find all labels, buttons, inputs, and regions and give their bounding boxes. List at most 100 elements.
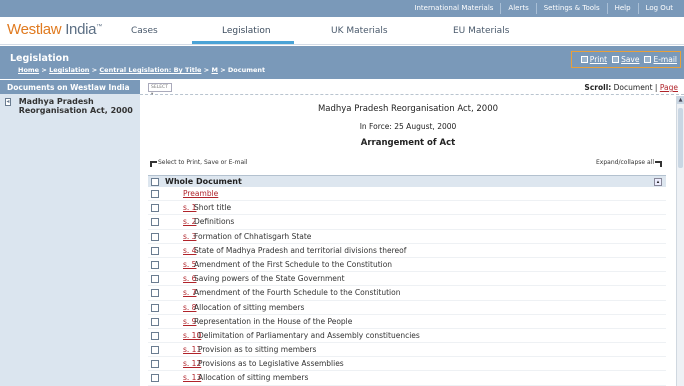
document-actions: Print Save E-mail (571, 51, 681, 68)
section-title: Allocation of sitting members (198, 373, 309, 383)
print-button[interactable]: Print (580, 55, 608, 64)
breadcrumb-central-legislation[interactable]: Central Legislation: By Title (99, 66, 201, 74)
table-row: s. 8 Allocation of sitting members (148, 301, 666, 315)
section-checkbox[interactable] (151, 218, 159, 227)
page-title: Legislation (10, 53, 69, 64)
breadcrumb: Home > Legislation > Central Legislation… (18, 66, 265, 74)
section-title: Formation of Chhatisgarh State (194, 231, 312, 241)
whole-document-checkbox[interactable] (151, 178, 159, 186)
scroll-thumb[interactable] (678, 108, 683, 168)
section-title: Saving powers of the State Government (194, 274, 345, 284)
table-row: s. 13 Allocation of sitting members (148, 371, 666, 386)
page-header: Legislation Home > Legislation > Central… (0, 46, 684, 79)
table-row: s. 2 Definitions (148, 215, 666, 230)
scroll-page-link[interactable]: Page (660, 83, 678, 92)
print-icon (580, 56, 588, 63)
arrow-down-right-icon (655, 161, 662, 167)
section-title: Delimitation of Parliamentary and Assemb… (198, 330, 420, 340)
breadcrumb-sep: > (220, 66, 226, 74)
tab-uk-materials[interactable]: UK Materials (331, 26, 388, 36)
logo-region: India (65, 21, 97, 38)
section-checkbox[interactable] (151, 346, 159, 355)
section-title: Amendment of the First Schedule to the C… (194, 259, 393, 269)
preamble-checkbox[interactable] (151, 190, 159, 198)
logo-tm: ™ (96, 24, 102, 30)
save-button[interactable]: Save (612, 55, 639, 64)
section-checkbox[interactable] (151, 289, 159, 298)
breadcrumb-legislation[interactable]: Legislation (49, 66, 89, 74)
preamble-link[interactable]: Preamble (183, 189, 218, 198)
section-checkbox[interactable] (151, 260, 159, 269)
section-checkbox[interactable] (151, 204, 159, 213)
section-checkbox[interactable] (151, 317, 159, 326)
print-label: Print (589, 55, 608, 64)
tab-cases[interactable]: Cases (131, 26, 158, 36)
top-utility-bar: International Materials Alerts Settings … (0, 0, 684, 17)
expand-hint-text: Expand/collapse all (596, 159, 654, 166)
top-link-alerts[interactable]: Alerts (500, 3, 535, 14)
section-title: Short title (194, 203, 232, 213)
scroll-document: Document (613, 83, 653, 92)
section-checkbox[interactable] (151, 360, 159, 369)
select-dropdown[interactable]: SELECT ▾ (148, 83, 172, 97)
whole-document-row: Whole Document ▴ (148, 175, 666, 187)
logo-brand: Westlaw (7, 21, 62, 38)
left-panel-heading: Documents on Westlaw India (0, 80, 140, 94)
scroll-up-icon[interactable]: ▲ (677, 96, 684, 104)
email-icon (644, 56, 652, 63)
table-row: s. 9 Representation in the House of the P… (148, 315, 666, 329)
table-row: s. 10 Delimitation of Parliamentary and A… (148, 329, 666, 344)
westlaw-logo[interactable]: Westlaw India™ (7, 21, 102, 38)
section-checkbox[interactable] (151, 374, 159, 383)
section-checkbox[interactable] (151, 232, 159, 241)
list-item: Preamble (148, 187, 666, 202)
top-link-help[interactable]: Help (606, 3, 638, 14)
section-title: State of Madhya Pradesh and territorial … (194, 245, 407, 255)
table-row: s. 6 Saving powers of the State Governmen… (148, 272, 666, 287)
main-nav: Westlaw India™ Cases Legislation UK Mate… (0, 17, 684, 45)
expand-collapse-all-icon[interactable]: ▴ (654, 178, 662, 186)
select-hint: Select to Print, Save or E-mail (150, 159, 247, 167)
table-row: s. 3 Formation of Chhatisgarh State (148, 230, 666, 244)
breadcrumb-sep: > (91, 66, 98, 74)
section-title: Definitions (194, 217, 235, 227)
select-hint-text: Select to Print, Save or E-mail (158, 159, 248, 166)
active-tab-indicator (192, 41, 294, 44)
section-title: Provisions as to Legislative Assemblies (198, 359, 344, 369)
scroll-separator: | (654, 83, 658, 92)
breadcrumb-document: Document (227, 66, 266, 74)
expand-hint: Expand/collapse all (596, 159, 662, 167)
scroll-label: Scroll: (584, 83, 612, 92)
section-checkbox[interactable] (151, 275, 159, 284)
section-title: Representation in the House of the Peopl… (194, 316, 353, 326)
section-checkbox[interactable] (151, 246, 159, 255)
email-label: E-mail (653, 55, 677, 64)
email-button[interactable]: E-mail (644, 55, 677, 64)
section-title: Provision as to sitting members (198, 345, 317, 355)
tab-legislation[interactable]: Legislation (222, 26, 271, 36)
table-row: s. 4 State of Madhya Pradesh and territor… (148, 244, 666, 258)
save-label: Save (621, 55, 640, 64)
breadcrumb-home[interactable]: Home (18, 66, 39, 74)
top-link-settings-tools[interactable]: Settings & Tools (535, 3, 607, 14)
collapse-icon[interactable]: ◂ (5, 98, 11, 106)
breadcrumb-m[interactable]: M (211, 66, 217, 74)
top-link-international-materials[interactable]: International Materials (407, 3, 500, 14)
save-icon (612, 56, 620, 63)
top-link-log-out[interactable]: Log Out (637, 3, 680, 14)
document-scrollbar[interactable]: ▲ (676, 96, 684, 386)
left-panel-document-item[interactable]: ◂ Madhya Pradesh Reorganisation Act, 200… (5, 97, 137, 115)
section-checkbox[interactable] (151, 331, 159, 340)
table-row: s. 7 Amendment of the Fourth Schedule to … (148, 286, 666, 301)
in-force-date: In Force: 25 August, 2000 (359, 122, 457, 131)
breadcrumb-sep: > (41, 66, 47, 74)
tab-eu-materials[interactable]: EU Materials (453, 26, 509, 36)
section-list: Preamble s. 1 Short title s. 2 Definitions s… (148, 187, 666, 386)
scroll-mode: Scroll: Document | Page (584, 83, 678, 92)
left-panel-document-title: Madhya Pradesh Reorganisation Act, 2000 (18, 97, 133, 115)
section-checkbox[interactable] (151, 303, 159, 312)
table-row: s. 11 Provision as to sitting members (148, 343, 666, 358)
document-toolbar: SELECT ▾ Scroll: Document | Page (140, 80, 684, 97)
top-links: International Materials Alerts Settings … (407, 0, 680, 17)
arrangement-heading: Arrangement of Act (360, 138, 456, 148)
